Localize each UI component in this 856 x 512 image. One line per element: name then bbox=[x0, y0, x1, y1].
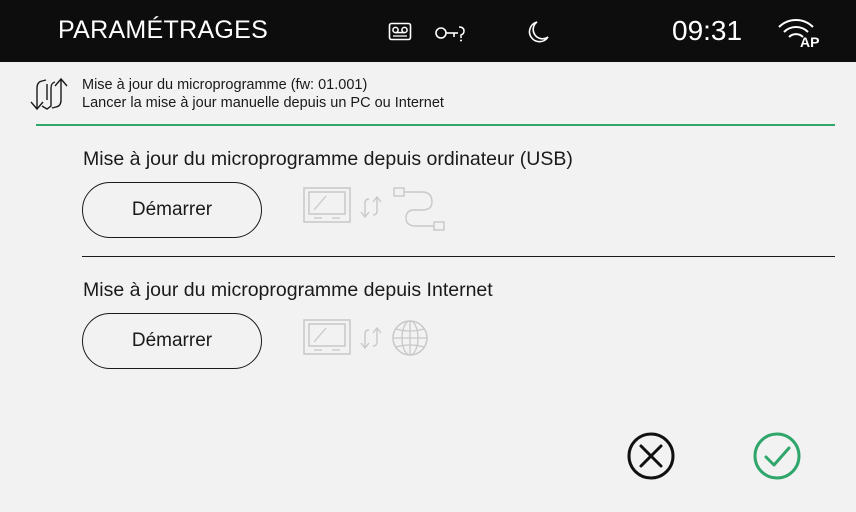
page-title: PARAMÉTRAGES bbox=[58, 16, 269, 44]
monitor-icon bbox=[302, 318, 352, 363]
moon-icon bbox=[528, 20, 550, 49]
internet-section-title: Mise à jour du microprogramme depuis Int… bbox=[83, 279, 493, 301]
wifi-ap-icon: AP bbox=[776, 15, 822, 54]
header-divider bbox=[36, 124, 835, 126]
top-status-bar: PARAMÉTRAGES 09:31 AP bbox=[0, 0, 856, 62]
usb-cable-icon bbox=[392, 186, 448, 239]
section-divider bbox=[82, 256, 835, 257]
firmware-header: Mise à jour du microprogramme (fw: 01.00… bbox=[0, 62, 856, 126]
sync-icon bbox=[360, 195, 384, 223]
usb-start-button[interactable]: Démarrer bbox=[82, 182, 262, 238]
monitor-icon bbox=[302, 186, 352, 231]
svg-text:AP: AP bbox=[800, 34, 819, 49]
voicemail-icon bbox=[388, 22, 412, 47]
confirm-icon[interactable] bbox=[751, 430, 803, 482]
internet-start-button[interactable]: Démarrer bbox=[82, 313, 262, 369]
globe-icon bbox=[390, 318, 430, 363]
firmware-version-text: Mise à jour du microprogramme (fw: 01.00… bbox=[82, 77, 368, 93]
clock: 09:31 bbox=[672, 15, 743, 46]
settings-screen: PARAMÉTRAGES 09:31 AP Mise à jour du mic… bbox=[0, 0, 856, 512]
key-icon bbox=[434, 22, 468, 49]
usb-section-title: Mise à jour du microprogramme depuis ord… bbox=[83, 148, 573, 170]
cancel-icon[interactable] bbox=[625, 430, 677, 482]
sync-icon bbox=[360, 326, 384, 354]
firmware-instructions-text: Lancer la mise à jour manuelle depuis un… bbox=[82, 95, 444, 111]
update-arrows-icon bbox=[29, 76, 69, 117]
